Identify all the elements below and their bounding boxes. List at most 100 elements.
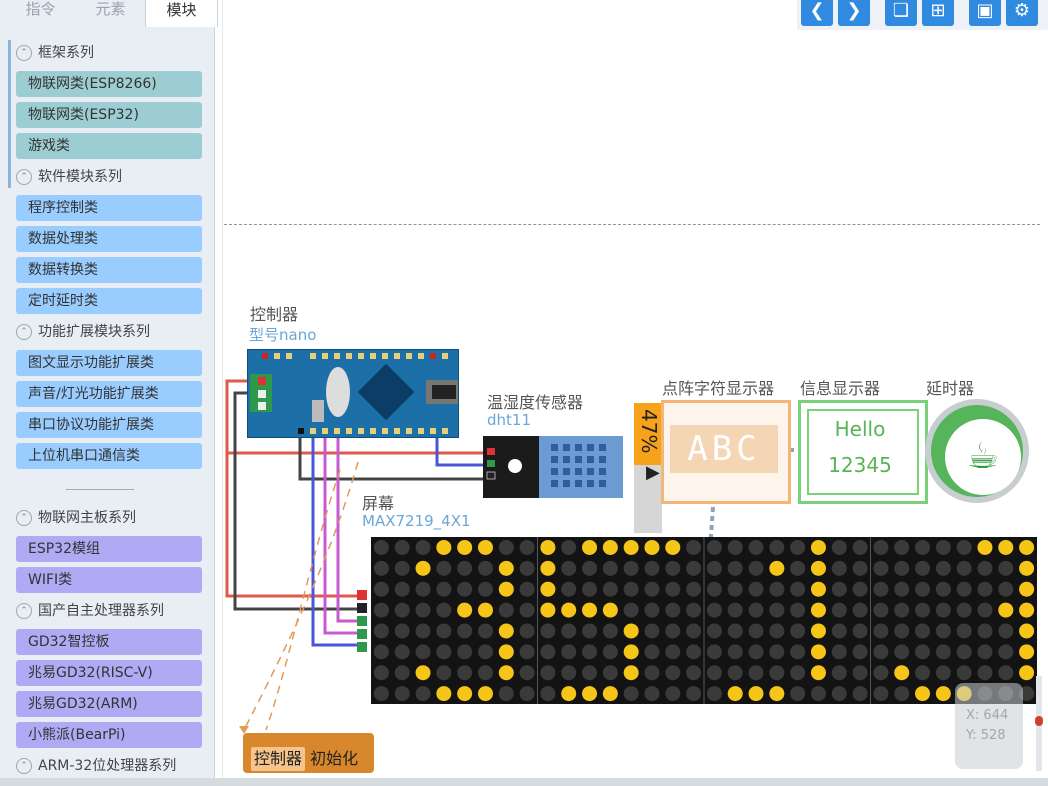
led-dot — [623, 539, 639, 555]
led-dot — [665, 602, 681, 618]
led-dot — [706, 602, 722, 618]
led-dot — [956, 581, 972, 597]
led-dot — [998, 644, 1014, 660]
led-dot — [935, 539, 951, 555]
led-dot — [873, 602, 889, 618]
led-dot — [457, 623, 473, 639]
led-dot — [665, 539, 681, 555]
led-dot — [956, 602, 972, 618]
led-dot — [977, 581, 993, 597]
led-dot — [894, 581, 910, 597]
led-dot — [665, 686, 681, 702]
led-dot — [873, 539, 889, 555]
led-dot — [790, 539, 806, 555]
screen-connector — [357, 537, 371, 704]
led-dot — [519, 602, 535, 618]
led-dot — [852, 686, 868, 702]
led-dot — [727, 539, 743, 555]
led-dot — [582, 686, 598, 702]
led-dot — [748, 581, 764, 597]
led-dot — [769, 539, 785, 555]
led-dot — [915, 602, 931, 618]
led-dot — [915, 623, 931, 639]
led-dot — [602, 581, 618, 597]
led-dot — [1019, 623, 1035, 639]
led-dot — [790, 623, 806, 639]
led-dot — [998, 560, 1014, 576]
timer-ring: ☕ — [931, 405, 1023, 497]
led-dot — [436, 686, 452, 702]
led-dot — [457, 602, 473, 618]
led-dot — [894, 623, 910, 639]
led-dot — [582, 665, 598, 681]
led-dot — [561, 581, 577, 597]
led-dot — [790, 686, 806, 702]
led-dot — [477, 602, 493, 618]
led-dot — [852, 665, 868, 681]
led-dot — [561, 686, 577, 702]
led-dot — [415, 560, 431, 576]
led-dot — [436, 665, 452, 681]
coord-y: Y: 528 — [966, 728, 1006, 743]
led-dot — [373, 539, 389, 555]
led-dot — [644, 686, 660, 702]
led-dot — [415, 581, 431, 597]
timer-label: 延时器 — [926, 379, 975, 398]
pin-clk — [357, 642, 367, 652]
led-dot — [810, 686, 826, 702]
led-dot — [686, 539, 702, 555]
pin-vcc — [357, 590, 367, 600]
led-dot — [706, 665, 722, 681]
dotmatrix-display[interactable]: ABC — [661, 400, 791, 504]
led-dot — [769, 602, 785, 618]
led-dot — [998, 581, 1014, 597]
led-dot — [373, 581, 389, 597]
trash-icon[interactable] — [955, 683, 1023, 769]
led-dot — [748, 623, 764, 639]
led-dot — [436, 644, 452, 660]
led-dot — [894, 560, 910, 576]
led-dot — [977, 560, 993, 576]
led-dot — [873, 581, 889, 597]
led-dot — [540, 644, 556, 660]
led-dot — [373, 665, 389, 681]
led-dot — [519, 581, 535, 597]
led-dot — [457, 539, 473, 555]
led-dot — [748, 560, 764, 576]
led-dot — [894, 644, 910, 660]
led-dot — [644, 623, 660, 639]
led-dot — [1019, 560, 1035, 576]
led-dot — [748, 539, 764, 555]
led-dot — [852, 581, 868, 597]
led-dot — [956, 623, 972, 639]
led-dot — [498, 644, 514, 660]
controller-init-block[interactable]: 控制器 初始化 — [243, 733, 374, 773]
zoom-slider-thumb[interactable] — [1035, 716, 1043, 726]
led-dot — [582, 623, 598, 639]
led-dot — [644, 560, 660, 576]
led-dot — [1019, 602, 1035, 618]
led-dot — [457, 560, 473, 576]
led-dot — [727, 665, 743, 681]
led-dot — [956, 560, 972, 576]
arduino-nano-board[interactable] — [247, 349, 460, 438]
humidity-value: 47% — [637, 409, 661, 454]
horizontal-scrollbar[interactable] — [0, 778, 1048, 786]
led-dot — [477, 644, 493, 660]
led-matrix-screen[interactable] — [357, 537, 1037, 704]
led-dot — [457, 686, 473, 702]
led-dot — [644, 581, 660, 597]
led-dot — [477, 665, 493, 681]
led-dot — [935, 623, 951, 639]
zoom-slider[interactable] — [1035, 676, 1043, 771]
led-dot — [561, 602, 577, 618]
led-dot — [457, 644, 473, 660]
led-dot — [602, 686, 618, 702]
info-display[interactable]: Hello 12345 — [798, 400, 928, 504]
led-dot — [602, 665, 618, 681]
delay-timer[interactable]: ☕ — [925, 399, 1029, 503]
led-dot — [519, 644, 535, 660]
dht11-sensor[interactable] — [483, 436, 623, 498]
led-dot — [769, 581, 785, 597]
sensor-graphic — [483, 436, 623, 498]
